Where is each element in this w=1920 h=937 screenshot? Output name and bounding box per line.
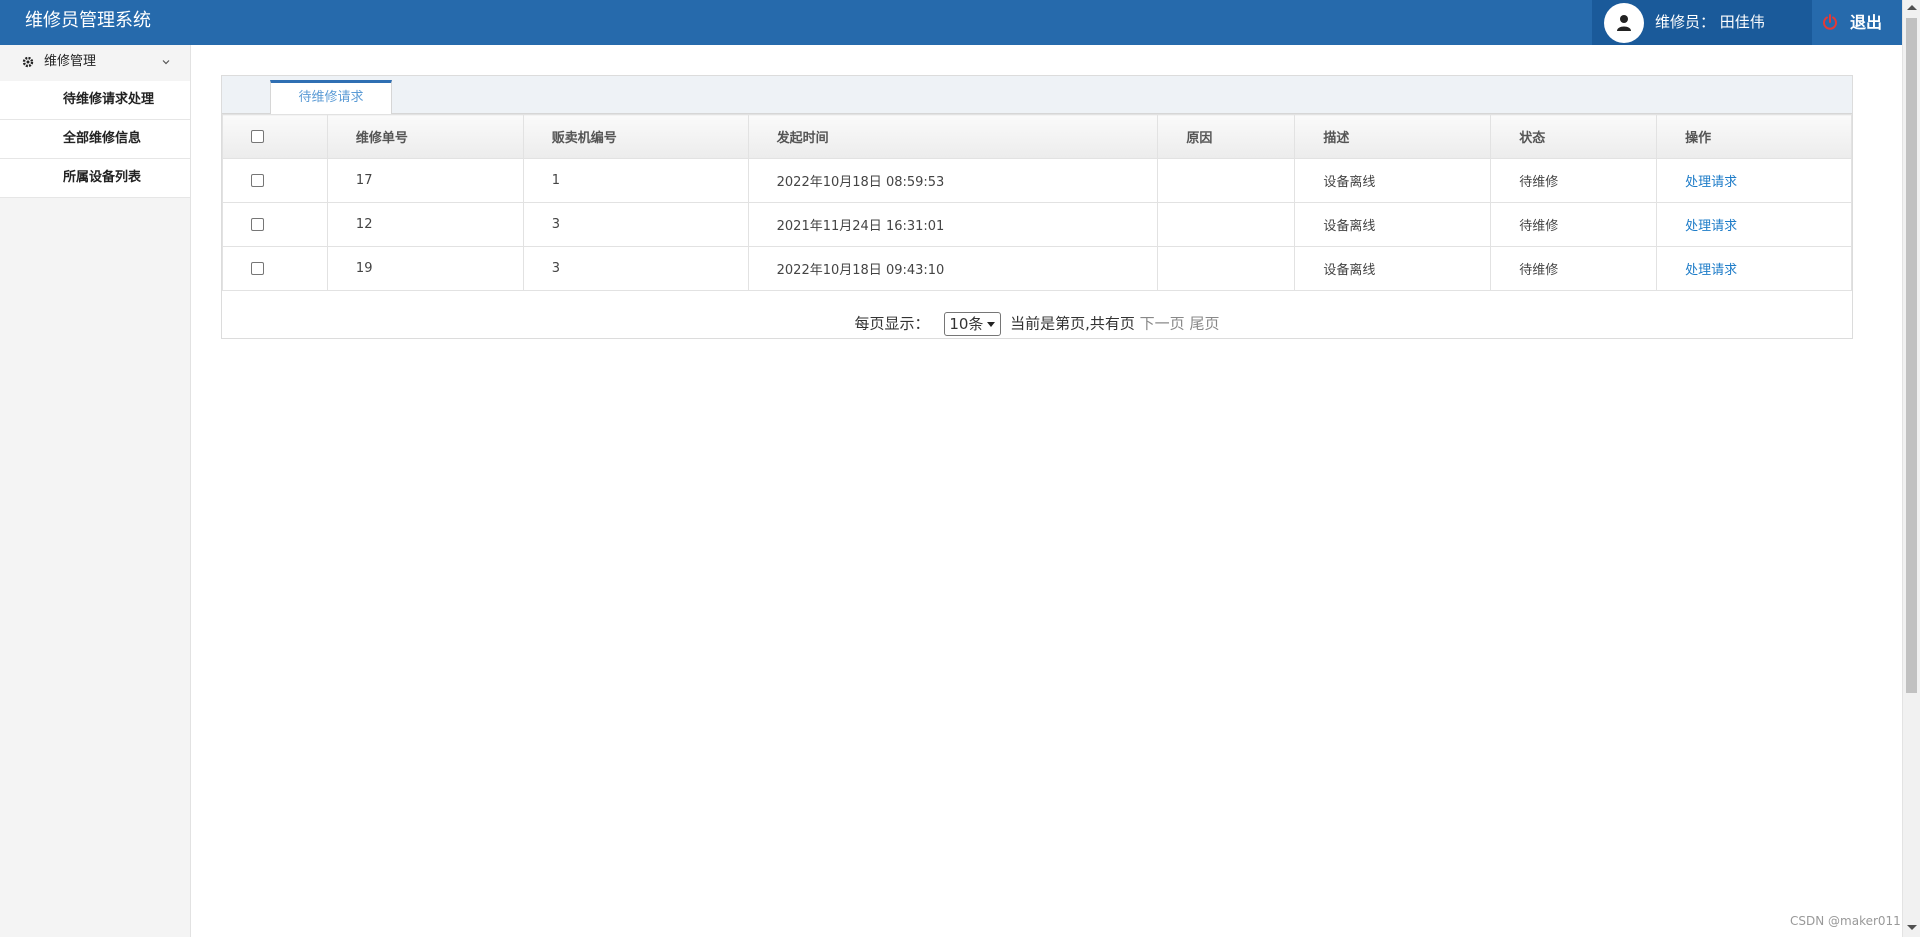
last-page-link[interactable]: 尾页	[1189, 315, 1219, 333]
user-icon	[1617, 15, 1631, 31]
time-cell: 2021年11月24日 16:31:01	[747, 202, 1159, 247]
machine-id-cell: 3	[522, 246, 749, 291]
action-cell: 处理请求	[1656, 246, 1852, 291]
tab-bar: 待维修请求	[222, 76, 1852, 115]
column-header: 状态	[1490, 114, 1658, 159]
row-select-cell	[222, 158, 328, 203]
row-checkbox[interactable]	[251, 174, 264, 187]
column-header: 贩卖机编号	[522, 114, 749, 159]
table-header-row: 维修单号 贩卖机编号 发起时间 原因 描述 状态 操作	[222, 114, 1852, 159]
user-info[interactable]: 维修员： 田佳伟	[1592, 0, 1812, 45]
description-cell: 设备离线	[1294, 246, 1492, 291]
per-page-value: 10条	[949, 315, 984, 333]
page-status: 当前是第页,共有页	[1010, 314, 1135, 333]
top-header: 维修员管理系统 维修员： 田佳伟 退出	[0, 0, 1902, 45]
sidebar-item-device-list[interactable]: 所属设备列表	[0, 159, 190, 198]
reason-cell	[1157, 202, 1296, 247]
row-checkbox[interactable]	[251, 218, 264, 231]
repair-table: 维修单号 贩卖机编号 发起时间 原因 描述 状态 操作 17 1 2022年10…	[222, 114, 1852, 291]
per-page-label: 每页显示：	[854, 314, 930, 333]
column-header: 发起时间	[747, 114, 1159, 159]
tab-pending-requests[interactable]: 待维修请求	[270, 80, 392, 115]
logout-label: 退出	[1850, 13, 1883, 32]
action-cell: 处理请求	[1656, 202, 1852, 247]
row-checkbox[interactable]	[251, 262, 264, 275]
chevron-down-icon	[162, 60, 170, 65]
status-cell: 待维修	[1490, 246, 1658, 291]
table-row: 19 3 2022年10月18日 09:43:10 设备离线 待维修 处理请求	[222, 246, 1852, 291]
column-header: 原因	[1157, 114, 1296, 159]
handle-request-link[interactable]: 处理请求	[1685, 263, 1737, 278]
power-icon	[1823, 14, 1837, 30]
vertical-scrollbar[interactable]	[1902, 0, 1920, 937]
next-page-link[interactable]: 下一页	[1140, 315, 1185, 333]
watermark: CSDN @maker011	[1790, 914, 1901, 928]
select-all-header	[222, 114, 328, 159]
reason-cell	[1157, 246, 1296, 291]
handle-request-link[interactable]: 处理请求	[1685, 219, 1737, 234]
caret-down-icon	[987, 322, 996, 327]
pagination: 每页显示： 10条 当前是第页,共有页 下一页 尾页	[222, 312, 1852, 336]
reason-cell	[1157, 158, 1296, 203]
user-name: 维修员： 田佳伟	[1655, 13, 1765, 31]
sidebar-group-label: 维修管理	[44, 54, 97, 69]
column-header: 维修单号	[326, 114, 524, 159]
description-cell: 设备离线	[1294, 158, 1492, 203]
repair-id-cell: 12	[326, 202, 524, 247]
scroll-up-icon[interactable]	[1907, 5, 1917, 10]
sidebar-group-maintenance[interactable]: 维修管理	[0, 45, 190, 81]
machine-id-cell: 3	[522, 202, 749, 247]
status-cell: 待维修	[1490, 158, 1658, 203]
repair-id-cell: 19	[326, 246, 524, 291]
repair-id-cell: 17	[326, 158, 524, 203]
column-header: 描述	[1294, 114, 1492, 159]
status-cell: 待维修	[1490, 202, 1658, 247]
time-cell: 2022年10月18日 09:43:10	[747, 246, 1159, 291]
scrollbar-thumb[interactable]	[1906, 18, 1917, 693]
scroll-down-icon[interactable]	[1907, 925, 1917, 930]
machine-id-cell: 1	[522, 158, 749, 203]
action-cell: 处理请求	[1656, 158, 1852, 203]
time-cell: 2022年10月18日 08:59:53	[747, 158, 1159, 203]
table-row: 17 1 2022年10月18日 08:59:53 设备离线 待维修 处理请求	[222, 158, 1852, 203]
sidebar-item-all-repairs[interactable]: 全部维修信息	[0, 120, 190, 159]
sidebar: 维修管理 待维修请求处理 全部维修信息 所属设备列表	[0, 45, 191, 937]
description-cell: 设备离线	[1294, 202, 1492, 247]
per-page-select[interactable]: 10条	[944, 312, 1002, 336]
app-title: 维修员管理系统	[25, 10, 151, 31]
row-select-cell	[222, 246, 328, 291]
gear-icon	[22, 56, 34, 68]
avatar	[1604, 3, 1644, 43]
table-row: 12 3 2021年11月24日 16:31:01 设备离线 待维修 处理请求	[222, 202, 1852, 247]
select-all-checkbox[interactable]	[251, 130, 264, 143]
handle-request-link[interactable]: 处理请求	[1685, 175, 1737, 190]
main-panel: 待维修请求 维修单号 贩卖机编号 发起时间 原因 描述 状态 操作 17 1 2…	[221, 75, 1853, 339]
row-select-cell	[222, 202, 328, 247]
column-header: 操作	[1656, 114, 1852, 159]
sidebar-item-pending-repairs[interactable]: 待维修请求处理	[0, 81, 190, 120]
